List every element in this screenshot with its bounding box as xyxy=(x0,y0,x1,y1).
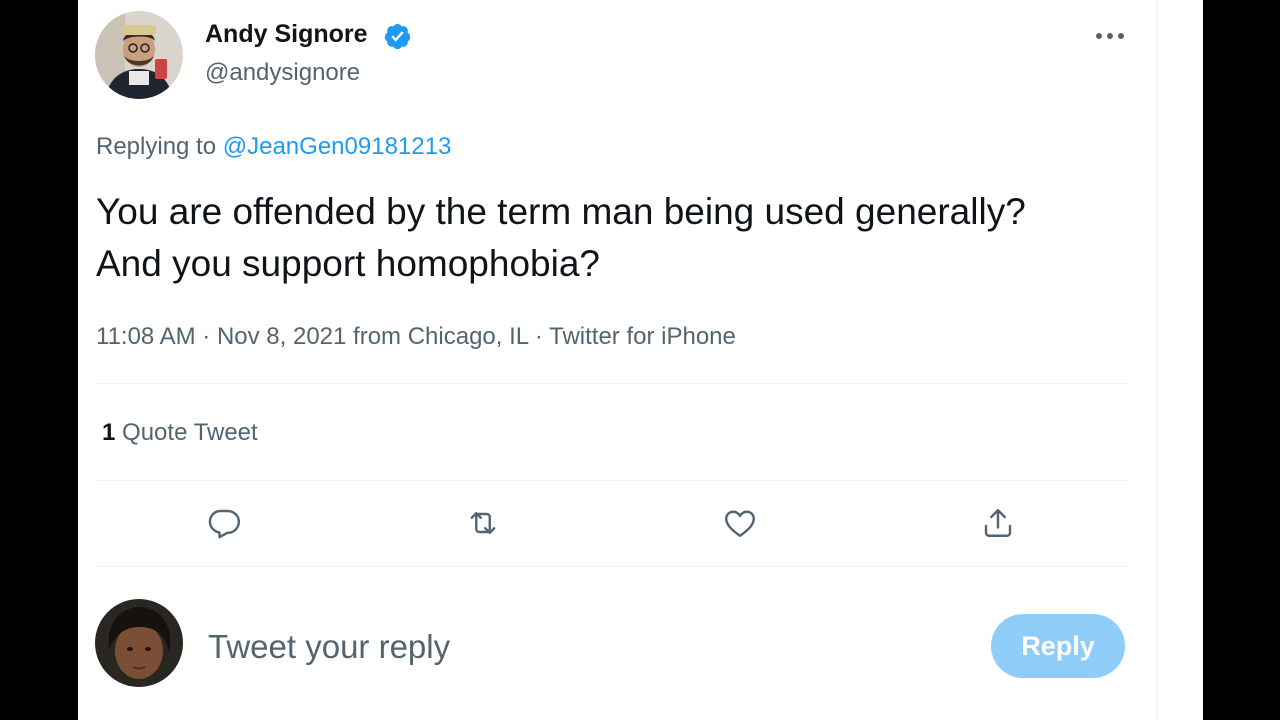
divider xyxy=(95,480,1128,481)
retweet-action-button[interactable] xyxy=(461,501,505,545)
reply-action-button[interactable] xyxy=(202,501,246,545)
reply-button[interactable]: Reply xyxy=(991,614,1125,678)
divider xyxy=(95,383,1128,384)
tweet-timestamp[interactable]: 11:08 AM · Nov 8, 2021 from Chicago, IL … xyxy=(96,323,736,351)
comment-bubble-icon xyxy=(208,509,241,539)
tweet-panel xyxy=(78,0,1202,720)
author-name[interactable]: Andy Signore xyxy=(205,20,368,49)
divider xyxy=(95,566,1128,567)
verified-badge-icon xyxy=(383,22,412,51)
share-icon xyxy=(984,509,1012,537)
heart-icon xyxy=(725,510,755,537)
retweet-icon xyxy=(470,512,496,534)
author-avatar-image xyxy=(95,11,183,99)
replying-to-line: Replying to @JeanGen09181213 xyxy=(96,133,451,161)
quote-count: 1 xyxy=(102,419,116,446)
right-column-edge xyxy=(1157,0,1203,720)
author-avatar[interactable] xyxy=(95,11,183,99)
user-avatar[interactable] xyxy=(95,599,183,687)
like-action-button[interactable] xyxy=(718,501,762,545)
replying-to-prefix: Replying to xyxy=(96,133,217,160)
replying-to-link[interactable]: @JeanGen09181213 xyxy=(223,133,452,160)
more-horizontal-icon[interactable] xyxy=(1093,22,1127,50)
user-avatar-image xyxy=(95,599,183,687)
reply-input[interactable]: Tweet your reply xyxy=(208,628,450,666)
share-action-button[interactable] xyxy=(976,501,1020,545)
quote-tweets-link[interactable]: 1 Quote Tweet xyxy=(102,419,258,447)
author-handle[interactable]: @andysignore xyxy=(205,59,360,87)
tweet-text: You are offended by the term man being u… xyxy=(96,191,1026,284)
quote-label: Quote Tweet xyxy=(122,419,258,446)
